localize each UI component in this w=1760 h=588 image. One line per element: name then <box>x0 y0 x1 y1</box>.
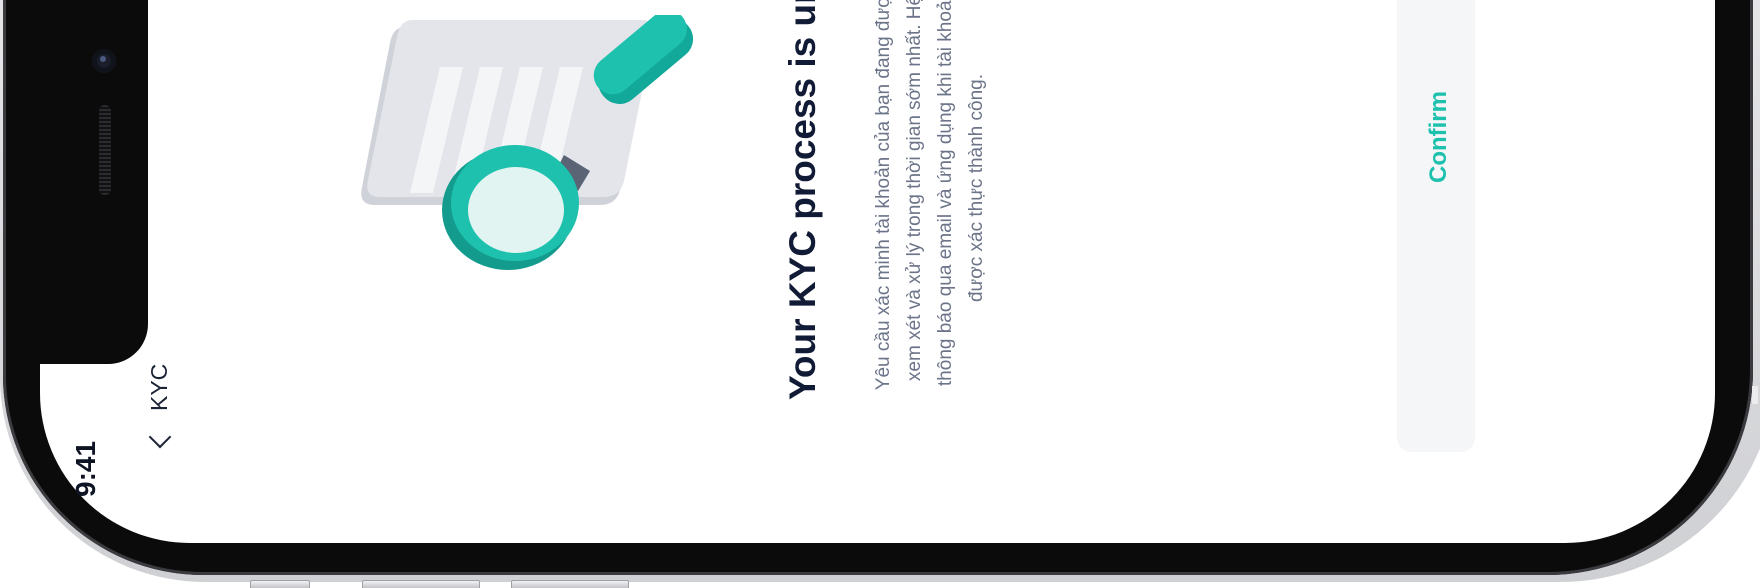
earpiece-speaker <box>99 105 111 195</box>
document-magnifier-icon <box>361 15 694 270</box>
nav-title: KYC <box>146 363 172 411</box>
front-camera-icon <box>92 49 116 73</box>
kyc-description: Yêu cầu xác minh tài khoản của bạn đang … <box>873 0 987 391</box>
side-button-volume-down <box>511 580 629 588</box>
side-button-volume-up <box>362 580 480 588</box>
bottom-action-bar <box>1397 0 1475 452</box>
side-button-silent <box>250 580 310 588</box>
device-notch <box>40 0 148 364</box>
confirm-button[interactable]: Confirm <box>1425 91 1453 183</box>
status-time: 9:41 <box>70 440 101 497</box>
frame-antenna-line <box>1752 386 1758 404</box>
page-title: Your KYC process is under <box>782 0 823 400</box>
back-button[interactable]: KYC <box>146 363 173 449</box>
phone-mockup: 9:41 KYC Your KYC process is under Yêu c… <box>0 0 1760 588</box>
chevron-left-icon <box>148 425 171 449</box>
